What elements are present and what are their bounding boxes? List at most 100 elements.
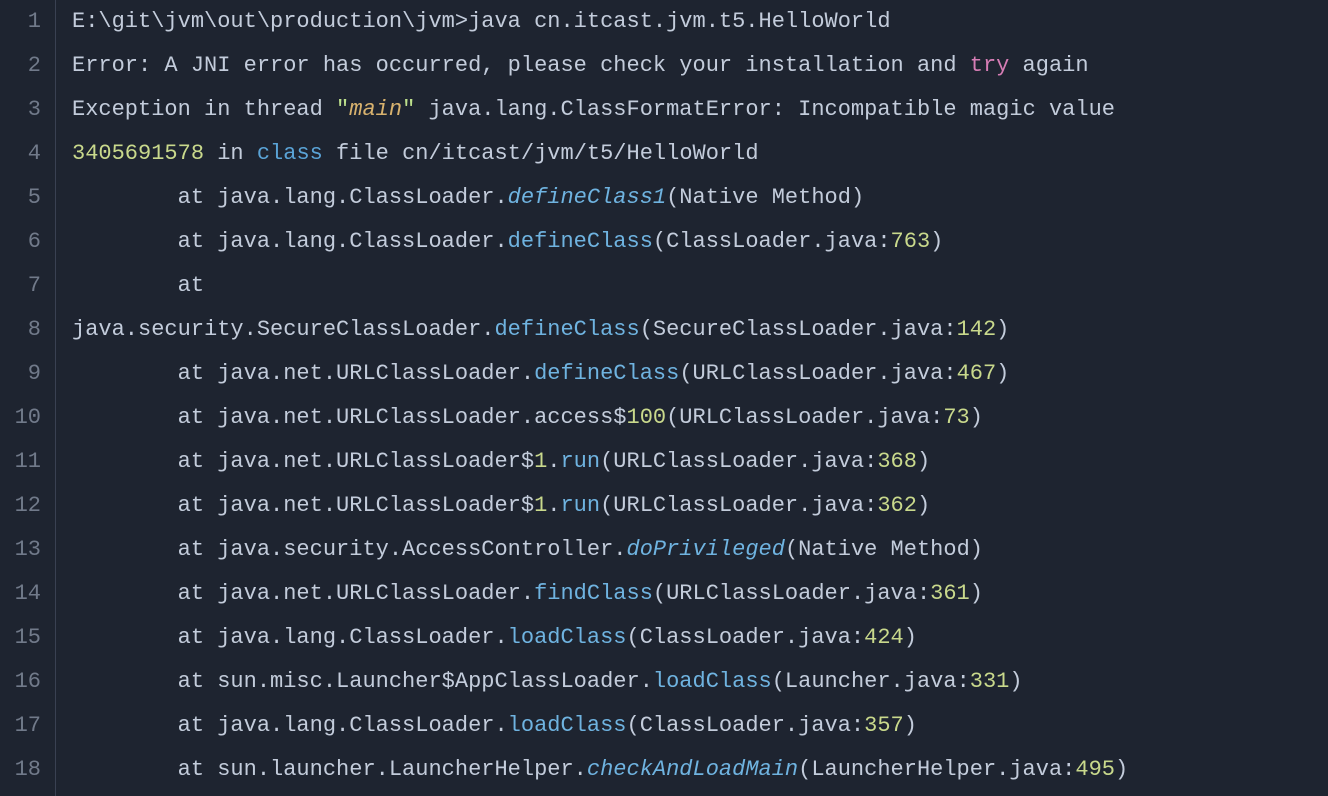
code-token: (URLClassLoader.java: <box>666 405 943 430</box>
code-line[interactable]: at java.lang.ClassLoader.loadClass(Class… <box>72 616 1328 660</box>
line-number: 14 <box>0 572 41 616</box>
code-token: " <box>402 97 415 122</box>
code-token: (Native Method) <box>666 185 864 210</box>
code-token: 361 <box>930 581 970 606</box>
code-token: Error: A JNI error has occurred, please … <box>72 53 970 78</box>
code-token: 73 <box>943 405 969 430</box>
code-token: 331 <box>970 669 1010 694</box>
code-token: (ClassLoader.java: <box>627 713 865 738</box>
code-line[interactable]: at java.net.URLClassLoader.defineClass(U… <box>72 352 1328 396</box>
code-token: . <box>547 449 560 474</box>
code-line[interactable]: at java.lang.ClassLoader.defineClass(Cla… <box>72 220 1328 264</box>
code-token: run <box>560 493 600 518</box>
code-token: checkAndLoadMain <box>587 757 798 782</box>
code-line[interactable]: 3405691578 in class file cn/itcast/jvm/t… <box>72 132 1328 176</box>
code-token: (Native Method) <box>785 537 983 562</box>
code-token: (URLClassLoader.java: <box>679 361 956 386</box>
code-token: ) <box>970 581 983 606</box>
code-token: defineClass1 <box>508 185 666 210</box>
code-token: ) <box>917 449 930 474</box>
code-content-area[interactable]: E:\git\jvm\out\production\jvm>java cn.it… <box>56 0 1328 796</box>
line-number: 3 <box>0 88 41 132</box>
code-line[interactable]: at java.net.URLClassLoader$1.run(URLClas… <box>72 484 1328 528</box>
code-token: E:\git\jvm\out\production\jvm>java cn.it… <box>72 9 891 34</box>
code-token: 362 <box>877 493 917 518</box>
code-line[interactable]: at sun.launcher.LauncherHelper.checkAndL… <box>72 748 1328 792</box>
line-number: 11 <box>0 440 41 484</box>
code-token: at sun.launcher.LauncherHelper. <box>72 757 587 782</box>
code-token: class <box>257 141 323 166</box>
code-token: run <box>560 449 600 474</box>
line-number-gutter: 123456789101112131415161718 <box>0 0 56 796</box>
code-token: (LauncherHelper.java: <box>798 757 1075 782</box>
code-token: defineClass <box>494 317 639 342</box>
code-token: 3405691578 <box>72 141 204 166</box>
code-token: at java.net.URLClassLoader.access$ <box>72 405 627 430</box>
code-line[interactable]: at <box>72 264 1328 308</box>
line-number: 13 <box>0 528 41 572</box>
line-number: 6 <box>0 220 41 264</box>
code-token: java.lang.ClassFormatError: Incompatible… <box>415 97 1115 122</box>
code-token: (ClassLoader.java: <box>627 625 865 650</box>
code-token: 368 <box>877 449 917 474</box>
code-editor[interactable]: 123456789101112131415161718 E:\git\jvm\o… <box>0 0 1328 796</box>
code-token: at sun.misc.Launcher$AppClassLoader. <box>72 669 653 694</box>
code-token: at java.net.URLClassLoader$ <box>72 449 534 474</box>
code-token: at java.lang.ClassLoader. <box>72 625 508 650</box>
code-token: " <box>336 97 349 122</box>
code-token: 142 <box>957 317 997 342</box>
code-line[interactable]: E:\git\jvm\out\production\jvm>java cn.it… <box>72 0 1328 44</box>
code-token: main <box>349 97 402 122</box>
line-number: 16 <box>0 660 41 704</box>
code-token: ) <box>996 361 1009 386</box>
line-number: 15 <box>0 616 41 660</box>
code-token: at java.net.URLClassLoader$ <box>72 493 534 518</box>
code-line[interactable]: java.security.SecureClassLoader.defineCl… <box>72 308 1328 352</box>
code-token: at java.net.URLClassLoader. <box>72 581 534 606</box>
line-number: 7 <box>0 264 41 308</box>
code-token: . <box>547 493 560 518</box>
code-line[interactable]: Exception in thread "main" java.lang.Cla… <box>72 88 1328 132</box>
code-token: (SecureClassLoader.java: <box>640 317 957 342</box>
code-line[interactable]: at java.lang.ClassLoader.loadClass(Class… <box>72 704 1328 748</box>
code-token: ) <box>1115 757 1128 782</box>
code-line[interactable]: at java.net.URLClassLoader.findClass(URL… <box>72 572 1328 616</box>
line-number: 1 <box>0 0 41 44</box>
code-token: 357 <box>864 713 904 738</box>
code-token: 100 <box>627 405 667 430</box>
code-line[interactable]: at java.security.AccessController.doPriv… <box>72 528 1328 572</box>
code-token: 1 <box>534 449 547 474</box>
code-token: file cn/itcast/jvm/t5/HelloWorld <box>323 141 759 166</box>
code-token: loadClass <box>508 625 627 650</box>
code-token: at java.lang.ClassLoader. <box>72 713 508 738</box>
code-line[interactable]: at java.net.URLClassLoader$1.run(URLClas… <box>72 440 1328 484</box>
code-token: ) <box>917 493 930 518</box>
code-token: findClass <box>534 581 653 606</box>
line-number: 5 <box>0 176 41 220</box>
code-token: in <box>204 141 257 166</box>
code-token: 1 <box>534 493 547 518</box>
code-token: try <box>970 53 1010 78</box>
code-token: java.security.SecureClassLoader. <box>72 317 494 342</box>
code-token: loadClass <box>508 713 627 738</box>
line-number: 8 <box>0 308 41 352</box>
code-line[interactable]: Error: A JNI error has occurred, please … <box>72 44 1328 88</box>
code-token: (Launcher.java: <box>772 669 970 694</box>
code-token: Exception in thread <box>72 97 336 122</box>
code-token: ) <box>996 317 1009 342</box>
line-number: 18 <box>0 748 41 792</box>
code-token: doPrivileged <box>627 537 785 562</box>
code-token: 467 <box>957 361 997 386</box>
code-token: ) <box>904 625 917 650</box>
code-line[interactable]: at sun.misc.Launcher$AppClassLoader.load… <box>72 660 1328 704</box>
code-token: loadClass <box>653 669 772 694</box>
code-token: again <box>1009 53 1088 78</box>
code-line[interactable]: at java.net.URLClassLoader.access$100(UR… <box>72 396 1328 440</box>
code-line[interactable]: at java.lang.ClassLoader.defineClass1(Na… <box>72 176 1328 220</box>
code-token: ) <box>970 405 983 430</box>
code-token: ) <box>930 229 943 254</box>
line-number: 17 <box>0 704 41 748</box>
code-token: defineClass <box>508 229 653 254</box>
line-number: 9 <box>0 352 41 396</box>
code-token: 495 <box>1075 757 1115 782</box>
